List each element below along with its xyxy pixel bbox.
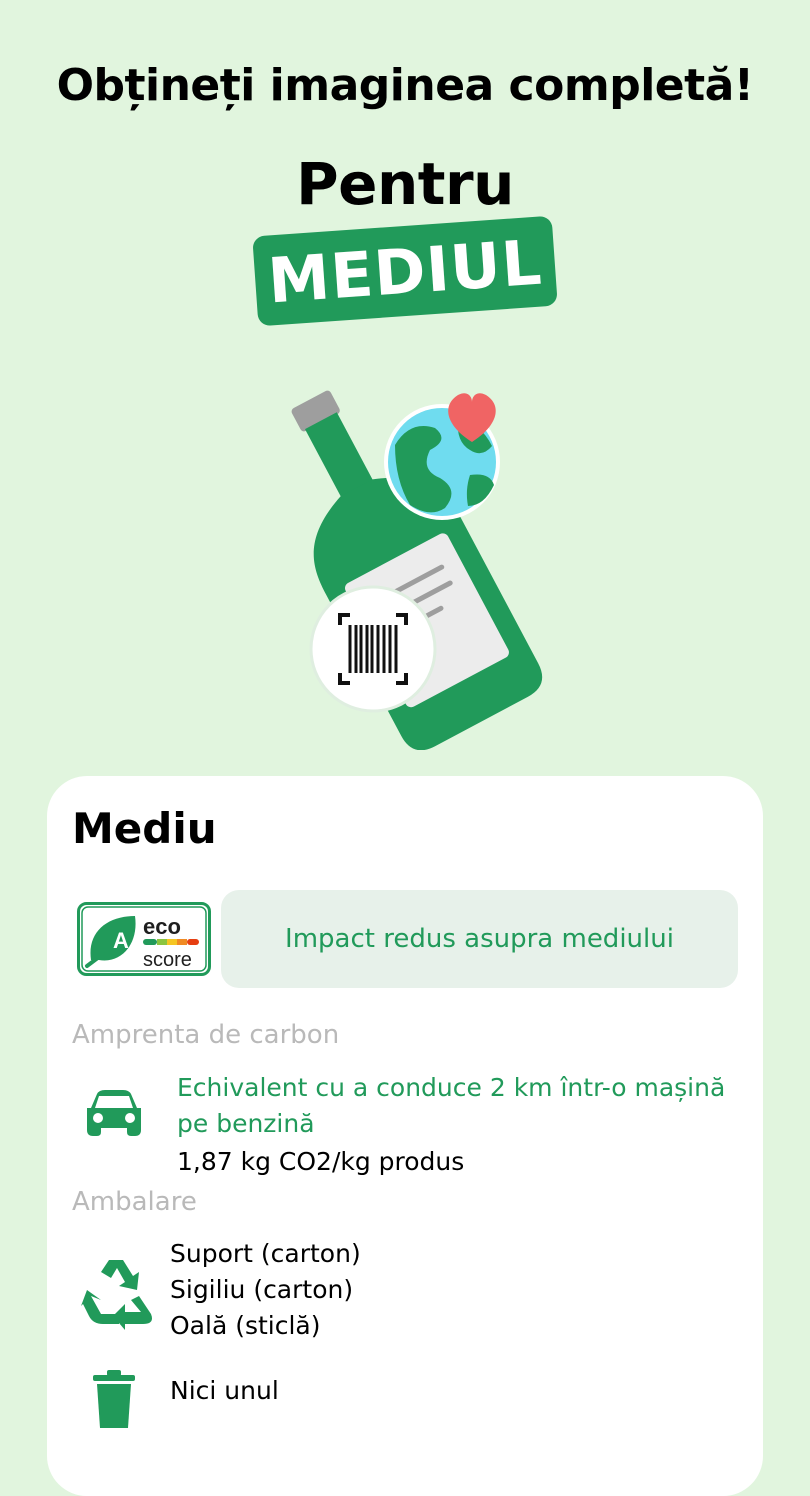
ecoscore-grade: A: [113, 928, 129, 953]
carbon-equivalent: Echivalent cu a conduce 2 km într-o mași…: [177, 1073, 726, 1138]
recycle-icon: [81, 1260, 152, 1330]
mediul-badge-label: MEDIUL: [265, 225, 545, 317]
ecoscore-logo: A eco score: [77, 902, 211, 976]
non-recyclable-text: Nici unul: [170, 1376, 279, 1405]
environment-card: Mediu A eco score Impact redus asupra me…: [47, 776, 763, 1496]
ecoscore-description: Impact redus asupra mediului: [221, 890, 738, 988]
bottle-illustration: [291, 390, 543, 750]
packaging-item: Sigiliu (carton): [170, 1275, 354, 1304]
carbon-value: 1,87 kg CO2/kg produs: [177, 1147, 465, 1176]
carbon-label: Amprenta de carbon: [72, 1020, 340, 1050]
car-icon: [87, 1090, 141, 1136]
subhead: Pentru: [296, 150, 514, 218]
headline: Obțineți imaginea completă!: [56, 60, 754, 111]
barcode-scan-icon: [309, 585, 437, 713]
ecoscore-logo-bottom: score: [143, 949, 192, 971]
packaging-label: Ambalare: [72, 1187, 197, 1217]
ecoscore-logo-top: eco: [143, 914, 181, 939]
packaging-item: Suport (carton): [170, 1239, 361, 1268]
card-title: Mediu: [72, 804, 217, 853]
packaging-item: Oală (sticlă): [170, 1311, 321, 1340]
trash-icon: [93, 1370, 135, 1428]
packaging-list: Suport (carton) Sigiliu (carton) Oală (s…: [170, 1236, 361, 1344]
mediul-badge: MEDIUL: [252, 215, 558, 327]
